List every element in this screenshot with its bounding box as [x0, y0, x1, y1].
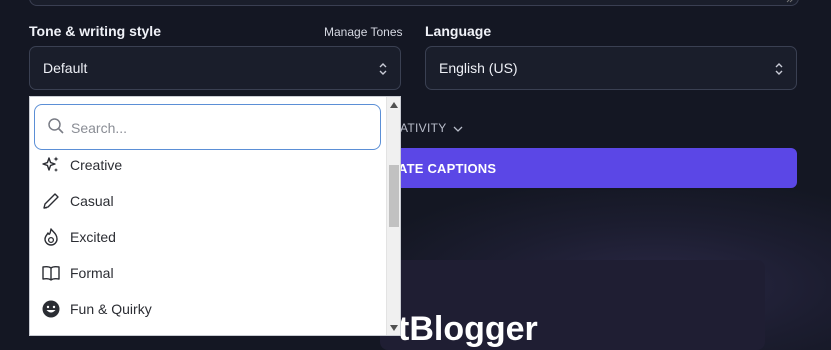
- tone-option-casual[interactable]: Casual: [40, 186, 380, 216]
- book-icon: [40, 262, 62, 284]
- tone-option-label: Formal: [70, 265, 114, 281]
- creativity-label: ATIVITY: [400, 121, 447, 135]
- resize-handle-icon[interactable]: [786, 0, 794, 3]
- dropdown-scrollbar[interactable]: [386, 97, 400, 335]
- tone-option-excited[interactable]: Excited: [40, 222, 380, 252]
- tone-option-creative[interactable]: Creative: [40, 150, 380, 180]
- tone-option-label: Casual: [70, 193, 114, 209]
- language-select[interactable]: English (US): [425, 46, 797, 90]
- tone-dropdown-menu: Creative Casual Excited Formal: [29, 96, 401, 336]
- tone-option-label: Creative: [70, 157, 123, 173]
- search-icon: [48, 118, 64, 134]
- language-select-value: English (US): [439, 60, 518, 76]
- generate-captions-label: ATE CAPTIONS: [398, 160, 497, 176]
- pencil-icon: [40, 190, 62, 212]
- tone-search[interactable]: [34, 104, 381, 150]
- preview-title: tBlogger: [398, 310, 538, 348]
- updown-icon: [379, 63, 387, 75]
- tone-option-label: Excited: [70, 229, 116, 245]
- flame-icon: [40, 226, 62, 248]
- updown-icon: [775, 63, 783, 75]
- language-label: Language: [425, 23, 492, 39]
- scroll-up-arrow-icon[interactable]: [390, 102, 398, 108]
- scroll-down-arrow-icon[interactable]: [390, 325, 398, 331]
- tone-option-label: Fun & Quirky: [70, 301, 152, 317]
- tone-search-input[interactable]: [69, 115, 363, 141]
- smiley-icon: [40, 298, 62, 320]
- generate-captions-button[interactable]: ATE CAPTIONS: [380, 148, 797, 188]
- tone-select[interactable]: Default: [29, 46, 401, 90]
- tone-option-formal[interactable]: Formal: [40, 258, 380, 288]
- scrollbar-thumb[interactable]: [389, 165, 399, 227]
- tone-option-fun-quirky[interactable]: Fun & Quirky: [40, 294, 380, 324]
- creativity-toggle[interactable]: ATIVITY: [400, 121, 463, 135]
- manage-tones-link[interactable]: Manage Tones: [324, 25, 403, 39]
- sparkles-icon: [40, 154, 62, 176]
- tone-label: Tone & writing style: [29, 23, 161, 39]
- chevron-down-icon: [453, 126, 463, 132]
- tone-select-value: Default: [43, 60, 88, 76]
- text-area[interactable]: [29, 0, 799, 6]
